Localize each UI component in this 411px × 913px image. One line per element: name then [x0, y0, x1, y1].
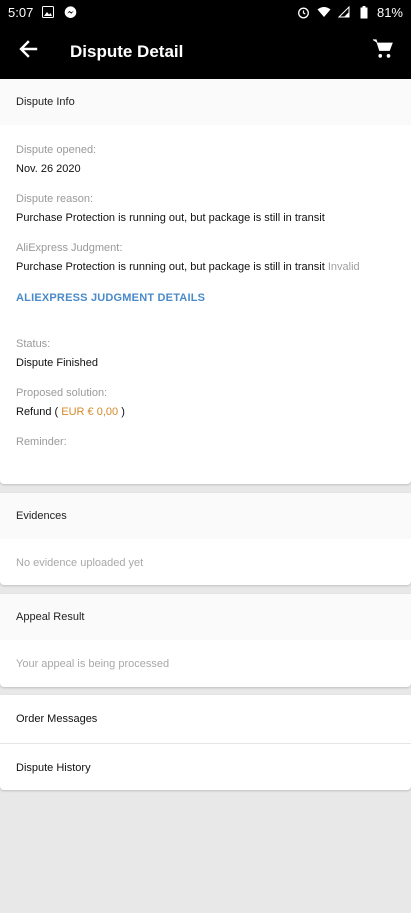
- status-bar: 5:07 81%: [0, 0, 411, 24]
- status-value: Dispute Finished: [16, 357, 98, 369]
- battery-icon: [357, 5, 371, 19]
- judgment-label: AliExpress Judgment:: [16, 242, 123, 254]
- page-title: Dispute Detail: [70, 41, 184, 61]
- app-bar: Dispute Detail: [0, 24, 411, 79]
- battery-percent: 81%: [376, 4, 403, 20]
- signal-icon: [337, 5, 351, 19]
- evidences-card: Evidences No evidence uploaded yet: [0, 493, 411, 585]
- solution-label: Proposed solution:: [16, 387, 108, 399]
- status-label: Status:: [16, 338, 51, 350]
- dispute-info-header: Dispute Info: [0, 79, 411, 125]
- reminder-label: Reminder:: [16, 436, 67, 448]
- order-messages-row[interactable]: Order Messages: [0, 695, 411, 743]
- dispute-opened-label: Dispute opened:: [16, 144, 97, 156]
- appeal-status-text: Your appeal is being processed: [16, 658, 170, 670]
- cart-button[interactable]: [355, 24, 411, 79]
- solution-value: Refund ( EUR € 0,00 ): [16, 406, 125, 418]
- dispute-history-row[interactable]: Dispute History: [0, 744, 411, 792]
- appeal-result-header: Appeal Result: [0, 594, 411, 640]
- dispute-reason-value: Purchase Protection is running out, but …: [16, 212, 325, 224]
- refund-amount: EUR € 0,00: [61, 406, 119, 418]
- judgment-status: Invalid: [327, 261, 360, 273]
- dispute-opened-value: Nov. 26 2020: [16, 163, 81, 175]
- judgment-value-line: Purchase Protection is running out, but …: [16, 261, 360, 273]
- alarm-icon: [297, 5, 311, 19]
- gallery-icon: [41, 5, 55, 19]
- judgment-details-link[interactable]: ALIEXPRESS JUDGMENT DETAILS: [16, 292, 205, 304]
- arrow-back-icon: [18, 39, 38, 64]
- links-card: Order Messages Dispute History: [0, 695, 411, 790]
- evidences-empty-text: No evidence uploaded yet: [16, 557, 144, 569]
- judgment-value: Purchase Protection is running out, but …: [16, 261, 325, 273]
- appeal-result-card: Appeal Result Your appeal is being proce…: [0, 594, 411, 687]
- evidences-header: Evidences: [0, 493, 411, 539]
- messenger-icon: [63, 5, 77, 19]
- dispute-info-card: Dispute Info Dispute opened: Nov. 26 202…: [0, 79, 411, 484]
- back-button[interactable]: [0, 24, 56, 79]
- status-time: 5:07: [8, 4, 34, 20]
- solution-prefix: Refund (: [16, 406, 59, 418]
- wifi-icon: [317, 5, 331, 19]
- dispute-reason-label: Dispute reason:: [16, 193, 94, 205]
- cart-icon: [372, 38, 394, 65]
- solution-suffix: ): [121, 406, 125, 418]
